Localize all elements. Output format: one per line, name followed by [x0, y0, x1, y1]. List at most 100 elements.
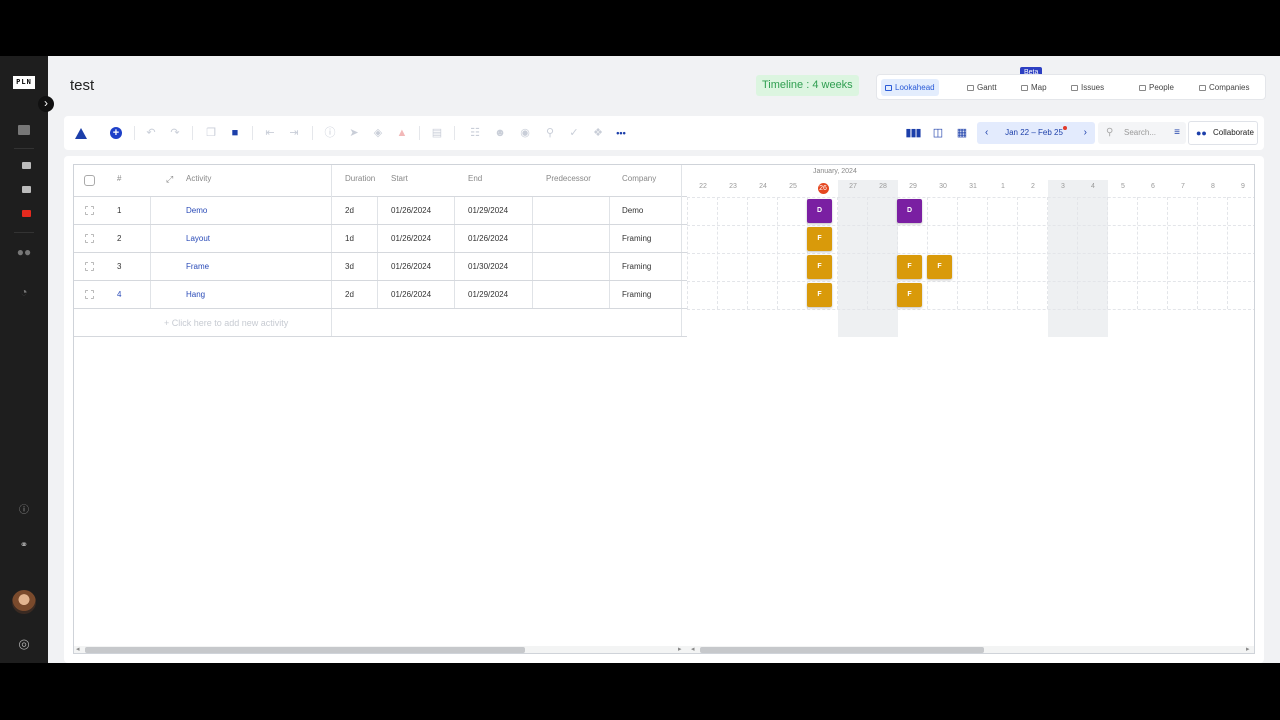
indent-icon[interactable]: ⇥ — [287, 126, 301, 140]
location-icon[interactable]: ⚲ — [543, 126, 557, 140]
globe-icon[interactable]: ◎ — [0, 636, 48, 652]
warning-icon[interactable] — [75, 128, 87, 139]
duration-cell[interactable]: 1d — [345, 234, 354, 243]
info-icon[interactable]: ⓘ — [323, 126, 337, 140]
select-all-checkbox[interactable] — [84, 175, 95, 186]
copy-icon[interactable]: ❐ — [204, 126, 218, 140]
sidebar-project-active-icon[interactable] — [22, 210, 31, 217]
activity-bar[interactable]: D — [807, 199, 832, 223]
activity-bar[interactable]: F — [927, 255, 952, 279]
tab-people[interactable]: People — [1135, 79, 1178, 96]
company-cell[interactable]: Demo — [622, 206, 643, 215]
header-end[interactable]: End — [468, 174, 482, 183]
tab-map[interactable]: Map — [1017, 79, 1051, 96]
duration-cell[interactable]: 3d — [345, 262, 354, 271]
undo-icon[interactable]: ↶ — [144, 126, 158, 140]
scroll-right-icon[interactable]: ▸ — [678, 645, 682, 653]
visibility-icon[interactable]: ◉ — [518, 126, 532, 140]
scroll-right-icon[interactable]: ▸ — [1246, 645, 1250, 653]
tab-gantt[interactable]: Gantt — [963, 79, 1001, 96]
table-row[interactable]: 2 Layout 1d 01/26/2024 01/26/2024 Framin… — [74, 225, 687, 253]
duration-cell[interactable]: 2d — [345, 206, 354, 215]
headset-icon[interactable]: ⚭ — [0, 540, 48, 551]
header-duration[interactable]: Duration — [345, 174, 375, 183]
drag-handle-icon[interactable] — [85, 262, 94, 271]
tab-companies[interactable]: Companies — [1195, 79, 1253, 96]
chevron-left-icon[interactable]: ‹ — [985, 122, 988, 144]
board-view-icon[interactable]: ▮▮▮ — [904, 126, 922, 140]
outdent-icon[interactable]: ⇤ — [263, 126, 277, 140]
paste-icon[interactable]: ■ — [228, 126, 242, 140]
activity-bar[interactable]: F — [897, 283, 922, 307]
pie-chart-icon[interactable]: ◔ — [0, 285, 48, 299]
folder-icon[interactable] — [18, 125, 30, 135]
table-scrollbar-thumb[interactable] — [85, 647, 525, 653]
tab-issues[interactable]: Issues — [1067, 79, 1108, 96]
activity-name[interactable]: Hang — [186, 290, 205, 299]
assign-user-icon[interactable]: ☻ — [493, 126, 507, 140]
drag-handle-icon[interactable] — [85, 234, 94, 243]
activity-bar[interactable]: D — [897, 199, 922, 223]
check-circle-icon[interactable]: ✓ — [567, 126, 581, 140]
gantt-horizontal-scrollbar[interactable]: ◂ ▸ — [687, 645, 1254, 653]
company-cell[interactable]: Framing — [622, 290, 651, 299]
activity-bar[interactable]: F — [807, 227, 832, 251]
scroll-left-icon[interactable]: ◂ — [691, 645, 695, 653]
table-row[interactable]: 4 Hang 2d 01/26/2024 01/29/2024 Framing — [74, 281, 687, 309]
calendar-icon[interactable]: ▦ — [955, 126, 969, 140]
chevron-right-icon[interactable]: › — [1084, 122, 1087, 144]
tags-icon[interactable]: ❖ — [591, 126, 605, 140]
duration-cell[interactable]: 2d — [345, 290, 354, 299]
timeline-badge[interactable]: Timeline : 4 weeks — [756, 75, 859, 96]
table-horizontal-scrollbar[interactable]: ◂ ▸ — [74, 645, 687, 653]
company-cell[interactable]: Framing — [622, 262, 651, 271]
header-company[interactable]: Company — [622, 174, 656, 183]
end-cell[interactable]: 01/30/2024 — [468, 262, 508, 271]
format-icon[interactable]: ▤ — [430, 126, 444, 140]
drag-handle-icon[interactable] — [85, 206, 94, 215]
users-icon[interactable]: ●● — [0, 245, 48, 259]
redo-icon[interactable]: ↷ — [168, 126, 182, 140]
activity-name[interactable]: Demo — [186, 206, 207, 215]
chevron-right-icon[interactable]: › — [38, 96, 54, 112]
activity-bar[interactable]: F — [807, 255, 832, 279]
share-icon[interactable]: ➤ — [347, 126, 361, 140]
end-cell[interactable]: 01/29/2024 — [468, 290, 508, 299]
help-icon[interactable]: ⓘ — [0, 501, 48, 516]
columns-icon[interactable]: ☷ — [468, 126, 482, 140]
split-view-icon[interactable]: ◫ — [931, 126, 945, 140]
filter-icon[interactable]: ≡ — [1174, 122, 1180, 144]
end-cell[interactable]: 01/29/2024 — [468, 206, 508, 215]
date-range-picker[interactable]: ‹ Jan 22 – Feb 25 › — [977, 122, 1095, 144]
delete-icon[interactable]: ▲ — [395, 126, 409, 140]
start-cell[interactable]: 01/26/2024 — [391, 262, 431, 271]
gantt-scrollbar-thumb[interactable] — [700, 647, 984, 653]
header-start[interactable]: Start — [391, 174, 408, 183]
tab-lookahead[interactable]: Lookahead — [881, 79, 939, 96]
table-row[interactable]: 1 Demo 2d 01/26/2024 01/29/2024 Demo — [74, 197, 687, 225]
header-predecessor[interactable]: Predecessor — [546, 174, 591, 183]
add-activity-row[interactable]: + Click here to add new activity — [74, 309, 687, 337]
activity-bar[interactable]: F — [807, 283, 832, 307]
end-cell[interactable]: 01/26/2024 — [468, 234, 508, 243]
header-activity[interactable]: Activity — [186, 174, 211, 183]
drag-handle-icon[interactable] — [85, 290, 94, 299]
search-input[interactable]: ⚲ Search... ≡ — [1098, 122, 1186, 144]
sidebar-project-icon[interactable] — [22, 162, 31, 169]
activity-name[interactable]: Layout — [186, 234, 210, 243]
sidebar-project-icon[interactable] — [22, 186, 31, 193]
more-icon[interactable]: ••• — [614, 126, 628, 140]
scroll-left-icon[interactable]: ◂ — [76, 645, 80, 653]
fill-color-icon[interactable]: ◈ — [371, 126, 385, 140]
activity-bar[interactable]: F — [897, 255, 922, 279]
start-cell[interactable]: 01/26/2024 — [391, 234, 431, 243]
collaborate-button[interactable]: ●● Collaborate — [1188, 121, 1258, 145]
activity-name[interactable]: Frame — [186, 262, 209, 271]
expand-icon[interactable]: ⤢ — [166, 174, 173, 185]
company-cell[interactable]: Framing — [622, 234, 651, 243]
table-row[interactable]: 3 Frame 3d 01/26/2024 01/30/2024 Framing — [74, 253, 687, 281]
avatar[interactable] — [12, 590, 36, 614]
add-activity-button[interactable]: + — [110, 127, 122, 139]
start-cell[interactable]: 01/26/2024 — [391, 206, 431, 215]
start-cell[interactable]: 01/26/2024 — [391, 290, 431, 299]
